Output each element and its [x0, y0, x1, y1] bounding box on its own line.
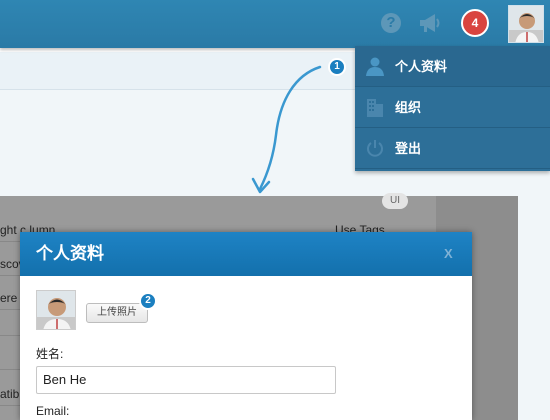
help-icon[interactable]: ?: [381, 13, 401, 33]
user-dropdown-menu: 个人资料 组织 登出: [355, 46, 550, 171]
email-label: Email:: [36, 404, 70, 418]
name-label: 姓名:: [36, 347, 64, 361]
megaphone-icon[interactable]: [418, 12, 442, 34]
menu-item-label: 组织: [395, 100, 422, 115]
hint-arrow: [251, 65, 322, 194]
top-navbar: ? 4: [0, 0, 550, 48]
user-avatar[interactable]: [508, 5, 544, 43]
name-input[interactable]: Ben He: [36, 366, 336, 394]
notification-badge[interactable]: 4: [461, 9, 489, 37]
menu-item-logout[interactable]: 登出: [355, 128, 550, 169]
close-icon[interactable]: X: [444, 232, 453, 276]
modal-title: 个人资料: [36, 244, 104, 263]
step-2-badge: 2: [139, 292, 157, 310]
tag-pill: UI: [382, 193, 408, 209]
profile-modal: 个人资料 X 上传照片 2 姓名: Ben He Email:: [20, 232, 472, 420]
modal-header: 个人资料 X: [20, 232, 472, 276]
menu-item-label: 个人资料: [395, 59, 448, 74]
menu-item-organization[interactable]: 组织: [355, 87, 550, 128]
user-icon: [366, 57, 384, 76]
profile-photo: [36, 290, 76, 330]
building-icon: [367, 99, 383, 117]
power-icon: [367, 140, 383, 157]
step-1-badge: 1: [328, 58, 346, 76]
upload-photo-button[interactable]: 上传照片: [86, 303, 148, 323]
menu-item-profile[interactable]: 个人资料: [355, 46, 550, 87]
menu-item-label: 登出: [395, 141, 422, 156]
